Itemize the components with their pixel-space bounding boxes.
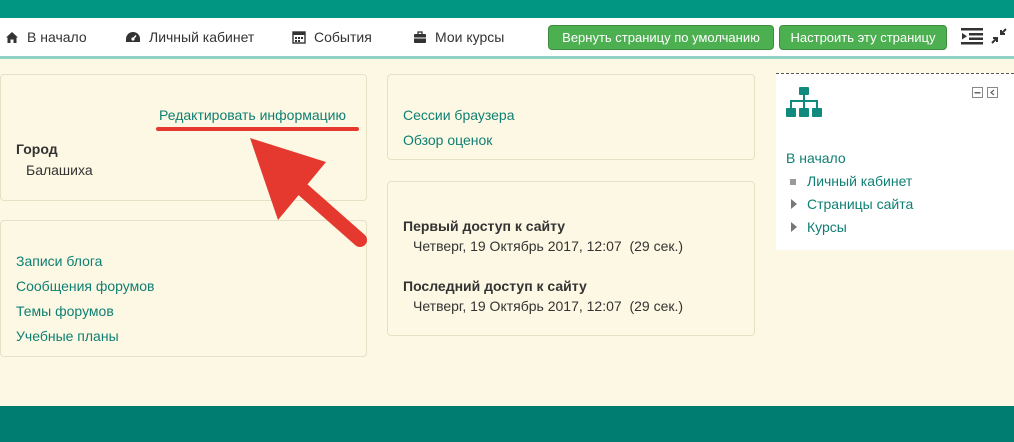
annotation-overlay bbox=[156, 127, 367, 247]
page-footer bbox=[0, 406, 1014, 442]
